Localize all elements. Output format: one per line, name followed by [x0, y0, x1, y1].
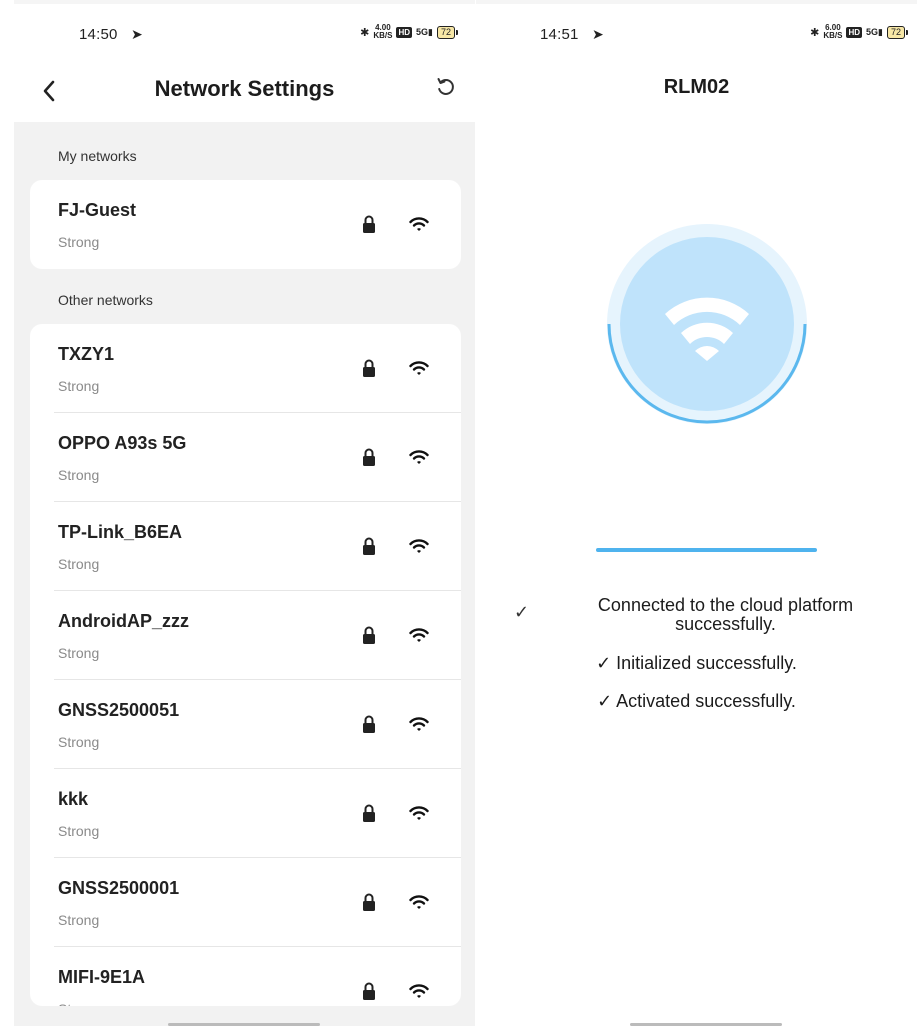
- network-name: FJ-Guest: [58, 200, 137, 220]
- network-strength: Strong: [58, 378, 100, 394]
- status-activated: ✓ Activated successfully.: [597, 691, 796, 711]
- lock-icon: [363, 715, 375, 733]
- wifi-icon: [409, 361, 429, 375]
- lock-icon: [363, 448, 375, 466]
- status-time: 14:50: [79, 26, 118, 43]
- lock-icon: [363, 804, 375, 822]
- battery-level: 72: [440, 26, 451, 37]
- status-bar: 14:50 ➤ ✱ 4.00 KB/S HD 5G▮ 72: [14, 4, 475, 62]
- network-name: kkk: [58, 789, 89, 809]
- network-strength: Strong: [58, 912, 100, 928]
- location-icon: ➤: [131, 26, 143, 42]
- network-strength: Strong: [58, 556, 100, 572]
- signal-5g: 5G▮: [416, 26, 433, 37]
- my-networks-label: My networks: [58, 148, 137, 164]
- wifi-connection-graphic: [607, 224, 807, 424]
- signal-5g: 5G▮: [866, 26, 883, 37]
- network-name: OPPO A93s 5G: [58, 433, 187, 453]
- signal-label: 5G: [416, 26, 429, 37]
- speed-unit: KB/S: [823, 31, 843, 40]
- network-strength: Strong: [58, 645, 100, 661]
- bluetooth-icon: ✱: [810, 26, 820, 39]
- battery-icon: 72: [886, 25, 909, 39]
- wifi-icon: [409, 717, 429, 731]
- status-cloud-line1: Connected to the cloud platform: [597, 595, 854, 615]
- wifi-icon: [409, 217, 429, 231]
- location-icon: ➤: [592, 26, 604, 42]
- device-title: RLM02: [663, 76, 730, 98]
- network-name: GNSS2500001: [58, 878, 180, 898]
- page-title: Network Settings: [154, 76, 335, 101]
- lock-icon: [363, 626, 375, 644]
- wifi-icon: [409, 984, 429, 998]
- network-strength: Strong: [58, 734, 100, 750]
- progress-bar: [596, 548, 817, 552]
- signal-label: 5G: [866, 26, 879, 37]
- network-speed: 4.00 KB/S: [373, 24, 392, 40]
- speed-unit: KB/S: [373, 31, 393, 40]
- status-bar: 14:51 ➤ ✱ 6.00 KB/S HD 5G▮ 72: [476, 4, 917, 62]
- network-strength: Strong: [58, 234, 100, 250]
- network-row[interactable]: MIFI-9E1A Strong: [30, 947, 461, 1006]
- check-icon: ✓: [514, 602, 530, 622]
- network-name: TXZY1: [58, 344, 115, 364]
- network-row[interactable]: OPPO A93s 5G Strong: [30, 413, 461, 502]
- network-name: MIFI-9E1A: [58, 967, 146, 987]
- lock-icon: [363, 893, 375, 911]
- status-cloud-line2: successfully.: [675, 614, 776, 634]
- status-time: 14:51: [540, 26, 579, 43]
- network-row[interactable]: AndroidAP_zzz Strong: [30, 591, 461, 680]
- network-name: AndroidAP_zzz: [58, 611, 190, 631]
- status-icons: ✱ 6.00 KB/S HD 5G▮ 72: [810, 24, 909, 40]
- network-row[interactable]: GNSS2500051 Strong: [30, 680, 461, 769]
- network-settings-screen: 14:50 ➤ ✱ 4.00 KB/S HD 5G▮ 72 Network Se…: [14, 0, 475, 1026]
- lock-icon: [363, 215, 375, 233]
- bluetooth-icon: ✱: [360, 26, 370, 39]
- network-strength: Strong: [58, 1001, 99, 1006]
- network-row[interactable]: kkk Strong: [30, 769, 461, 858]
- wifi-icon: [409, 628, 429, 642]
- hd-badge: HD: [846, 26, 863, 38]
- lock-icon: [363, 359, 375, 377]
- network-strength: Strong: [58, 467, 100, 483]
- device-activation-screen: 14:51 ➤ ✱ 6.00 KB/S HD 5G▮ 72 RLM02 ✓ Co…: [476, 0, 917, 1026]
- status-cloud: Connected to the cloud platform successf…: [534, 596, 917, 634]
- lock-icon: [363, 537, 375, 555]
- network-row[interactable]: GNSS2500001 Strong: [30, 858, 461, 947]
- wifi-icon: [409, 895, 429, 909]
- other-networks-label: Other networks: [58, 292, 153, 308]
- network-row[interactable]: TXZY1 Strong: [30, 324, 461, 413]
- lock-icon: [363, 982, 375, 1000]
- battery-icon: 72: [436, 25, 459, 39]
- status-initialized: ✓ Initialized successfully.: [596, 653, 797, 673]
- network-row[interactable]: FJ-Guest Strong: [30, 180, 461, 269]
- my-networks-card: FJ-Guest Strong: [30, 180, 461, 269]
- wifi-icon: [409, 806, 429, 820]
- refresh-icon[interactable]: [435, 76, 457, 98]
- network-name: TP-Link_B6EA: [58, 522, 183, 542]
- network-strength: Strong: [58, 823, 100, 839]
- status-icons: ✱ 4.00 KB/S HD 5G▮ 72: [360, 24, 459, 40]
- wifi-icon: [409, 539, 429, 553]
- wifi-icon: [409, 450, 429, 464]
- network-speed: 6.00 KB/S: [823, 24, 842, 40]
- network-name: GNSS2500051: [58, 700, 180, 720]
- other-networks-card: TXZY1 Strong OPPO A93s 5G Strong TP-Link_B6E…: [30, 324, 461, 1006]
- hd-badge: HD: [396, 26, 413, 38]
- app-header: Network Settings: [14, 62, 475, 122]
- battery-level: 72: [890, 26, 901, 37]
- network-row[interactable]: TP-Link_B6EA Strong: [30, 502, 461, 591]
